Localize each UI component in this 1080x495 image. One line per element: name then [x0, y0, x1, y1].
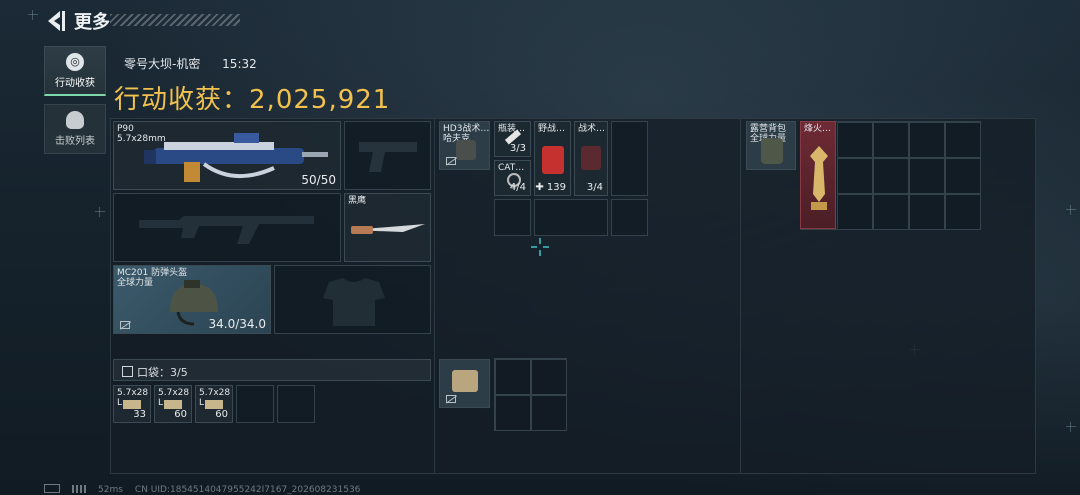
pocket-slot-empty[interactable]: [236, 385, 274, 423]
ammo-box-icon: [123, 400, 141, 409]
rig-slot-empty[interactable]: [494, 199, 531, 236]
rig-item[interactable]: CAT… 4/4: [494, 160, 531, 196]
raid-time: 15:32: [222, 57, 257, 71]
pocket-item[interactable]: 5.7x28 L 33: [113, 385, 151, 423]
income-total: 行动收获：2,025,921: [114, 79, 390, 116]
status-bar: 52ms CN UID:1854514047955242I7167_2026082…: [44, 484, 372, 495]
no-insurance-icon: [446, 395, 456, 403]
trophy-icon: [810, 146, 828, 210]
helmet-name: MC201 防弹头盔: [117, 268, 188, 278]
ammo-count: 50/50: [301, 173, 336, 187]
secure-case-grid[interactable]: [494, 358, 567, 431]
uid-text: CN UID:1854514047955242I7167_20260823153…: [134, 485, 361, 495]
raid-info: 零号大坝-机密 15:32: [124, 55, 275, 72]
item-count: 60: [215, 409, 228, 420]
income-label: 行动收获：: [114, 85, 250, 115]
crosshair-mark: [28, 10, 38, 20]
chest-rig-slot[interactable]: HD3战术… 哈夫克: [439, 121, 490, 170]
battery-icon: [44, 484, 60, 493]
backpack-slot[interactable]: 露营背包全球力量: [746, 121, 796, 170]
pocket-item[interactable]: 5.7x28 L 60: [154, 385, 192, 423]
rig-slot-empty[interactable]: [534, 199, 608, 236]
knife-icon: [351, 224, 425, 234]
pocket-label: 口袋：3/5: [137, 366, 188, 379]
no-insurance-icon: [446, 157, 456, 165]
armor-silhouette-icon: [323, 278, 385, 326]
medical-pouch-icon: [581, 146, 601, 170]
armor-slot-empty[interactable]: [274, 265, 431, 334]
pocket-item[interactable]: 5.7x28 L 60: [195, 385, 233, 423]
medkit-icon: [542, 146, 564, 174]
map-name: 零号大坝-机密: [124, 57, 201, 71]
tab-label: 行动收获: [55, 78, 95, 89]
crosshair-mark: [95, 207, 105, 217]
no-insurance-icon: [120, 321, 130, 329]
item-count: 60: [174, 409, 187, 420]
item-count: 4/4: [509, 182, 526, 193]
ammo-box-icon: [205, 400, 223, 409]
melee-slot[interactable]: 黑鹰: [344, 193, 431, 262]
ping-value: 52ms: [98, 485, 123, 495]
pocket-slot-empty[interactable]: [277, 385, 315, 423]
rig-item[interactable]: 野战… ✚ 139: [534, 121, 571, 196]
checkbox-icon: [122, 366, 133, 377]
secondary-weapon-slot-empty[interactable]: [113, 193, 341, 262]
rig-item[interactable]: 瓶装… 3/3: [494, 121, 531, 157]
item-count: 3/3: [509, 143, 526, 154]
item-name: 瓶装…: [498, 124, 526, 134]
rig-slot-empty[interactable]: [611, 121, 648, 196]
secure-case-slot[interactable]: [439, 359, 490, 408]
item-count: 139: [546, 182, 566, 193]
pocket-header: 口袋：3/5: [113, 359, 431, 381]
crosshair-mark: [1066, 422, 1076, 432]
soldier-icon: [66, 111, 84, 129]
helmet-durability: 34.0/34.0: [208, 317, 266, 331]
helmet-slot[interactable]: MC201 防弹头盔 全球力量 34.0/34.0: [113, 265, 271, 334]
tab-label: 击败列表: [55, 136, 95, 147]
helmet-sub: 全球力量: [117, 278, 154, 288]
ammo-box-icon: [164, 400, 182, 409]
item-name: 野战…: [538, 124, 566, 134]
tab-kill-list[interactable]: 击败列表: [44, 104, 106, 154]
item-name: 烽火…: [804, 124, 832, 134]
page-title: 更多: [74, 12, 110, 33]
item-name: 战术…: [578, 124, 606, 134]
signal-icon: [72, 485, 86, 493]
rig-item[interactable]: 战术… 3/4: [574, 121, 608, 196]
case-icon: [452, 370, 478, 392]
rig-slot-empty[interactable]: [611, 199, 648, 236]
target-icon: ◎: [66, 53, 84, 71]
backpack-item[interactable]: 烽火…: [800, 121, 836, 229]
pistol-silhouette-icon: [359, 142, 417, 172]
column-divider: [740, 118, 741, 474]
item-count: 33: [133, 409, 146, 420]
item-name: CAT…: [498, 163, 525, 173]
rifle-silhouette-icon: [139, 216, 314, 244]
item-count: 3/4: [586, 182, 603, 193]
rig-name: HD3战术…: [443, 124, 490, 134]
income-value: 2,025,921: [249, 85, 391, 115]
melee-name: 黑鹰: [348, 196, 367, 206]
header-stripe: [110, 14, 240, 26]
crosshair-mark: [1066, 205, 1076, 215]
crosshair-icon: [531, 238, 549, 256]
back-arrow-icon[interactable]: [44, 8, 68, 34]
backpack-name: 露营背包: [750, 124, 787, 134]
tab-action-gains[interactable]: ◎ 行动收获: [44, 46, 106, 96]
backpack-icon: [761, 138, 783, 164]
vest-icon: [456, 140, 476, 160]
weapon-name: P90: [117, 124, 134, 134]
pistol-slot-empty[interactable]: [344, 121, 431, 190]
column-divider: [434, 118, 435, 474]
primary-weapon-slot[interactable]: P90 5.7x28mm 50/50: [113, 121, 341, 190]
